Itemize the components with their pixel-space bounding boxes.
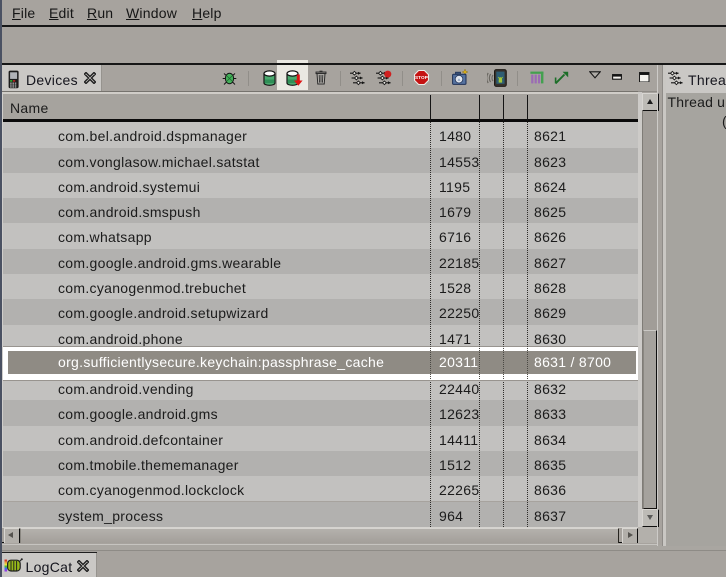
svg-text:STOP: STOP <box>415 75 428 80</box>
